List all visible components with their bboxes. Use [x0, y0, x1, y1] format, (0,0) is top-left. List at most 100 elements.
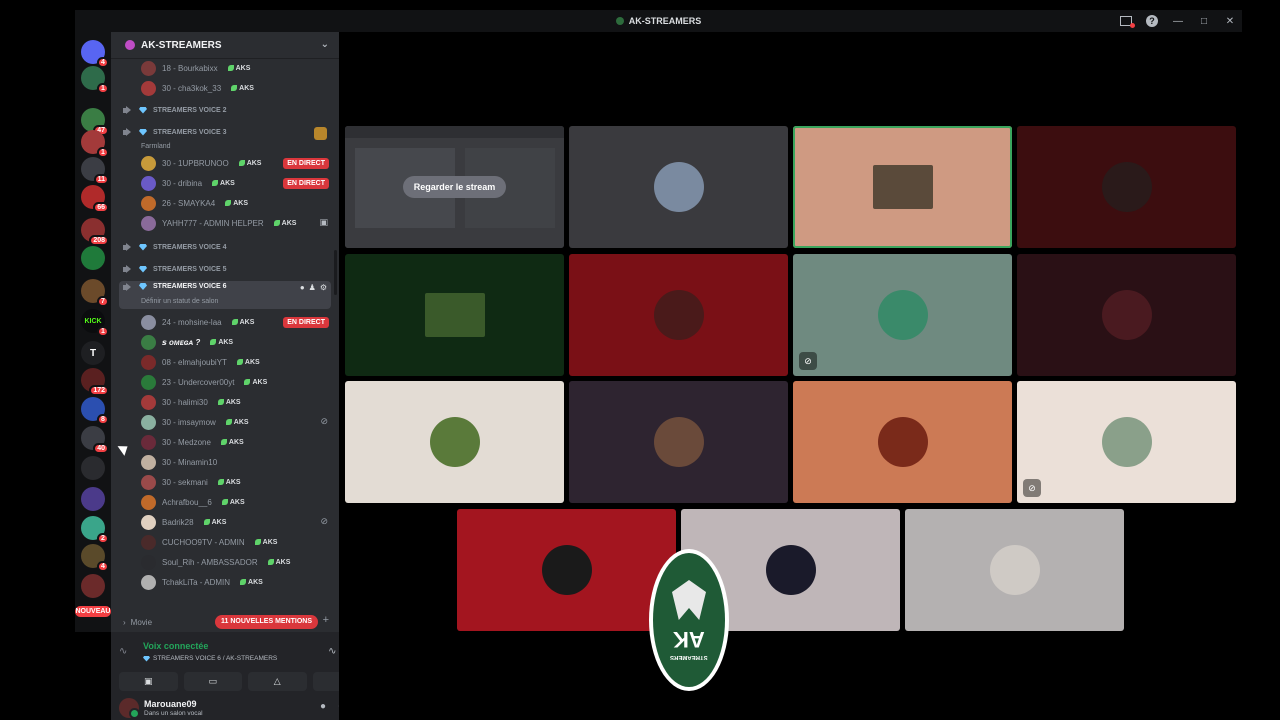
unread-badge: 1 [97, 326, 109, 337]
guild-header[interactable]: AK-STREAMERS ⌄ [111, 32, 339, 59]
voice-connected-label[interactable]: Voix connectée [143, 641, 208, 651]
activity-button[interactable]: △ [248, 672, 307, 691]
tile-10[interactable] [569, 381, 788, 503]
channel-actions: ● ♟ ⚙ [300, 283, 327, 292]
diamond-icon [139, 265, 147, 273]
unread-badge: 1 [97, 83, 109, 94]
chevron-down-icon[interactable]: ⌄ [321, 39, 329, 50]
server-icon[interactable]: 11 [81, 157, 109, 185]
server-tag-text: AKS [281, 219, 297, 227]
camera-off-button[interactable]: ▣ [119, 672, 178, 691]
noise-suppression-icon[interactable]: ∿ [328, 646, 336, 657]
voice-member[interactable]: 26 - SMAYKA4 AKS [141, 194, 248, 212]
avatar [141, 434, 156, 450]
new-servers-pill[interactable]: NOUVEAU [75, 606, 111, 617]
voice-member[interactable]: 30 - dribina AKS [141, 174, 235, 192]
server-icon[interactable]: 8 [81, 397, 109, 425]
server-icon[interactable]: T [81, 341, 105, 365]
tile-6[interactable] [569, 254, 788, 376]
voice-member[interactable]: 30 - Medzone AKS [141, 433, 244, 451]
avatar [141, 534, 156, 550]
tile-9[interactable] [345, 381, 564, 503]
voice-member[interactable]: Soul_Rih - AMBASSADOR AKS [141, 553, 290, 571]
server-icon[interactable] [81, 456, 105, 480]
voice-member[interactable]: 30 - 1UPBRUNOO AKS [141, 154, 261, 172]
voice-channel-link[interactable]: STREAMERS VOICE 6 / AK-STREAMERS [143, 655, 277, 662]
voice-member[interactable]: 30 - halimi30 AKS [141, 393, 241, 411]
server-icon[interactable]: KICK 1 [81, 309, 109, 337]
server-icon[interactable] [81, 246, 105, 270]
server-icon[interactable]: 172 [81, 368, 109, 396]
voice-member[interactable]: YAHH777 - ADMIN HELPER AKS [141, 214, 296, 232]
speaker-icon [123, 127, 133, 137]
voice-member[interactable]: 30 - Minamin10 [141, 453, 217, 471]
server-icon[interactable] [81, 574, 105, 598]
sidebar-scrollbar[interactable] [334, 250, 337, 295]
participant-avatar [1101, 290, 1152, 340]
tile-5[interactable] [345, 254, 564, 376]
voice-member[interactable]: CUCHOO9TV - ADMIN AKS [141, 533, 277, 551]
soundboard-button[interactable]: ♪ [312, 672, 339, 691]
add-member-icon[interactable]: ♟ [309, 283, 316, 292]
server-icon[interactable]: 4 [81, 40, 109, 68]
gear-icon[interactable]: ⚙ [320, 283, 327, 292]
tile-12[interactable]: ⊘ [1017, 381, 1236, 503]
category-name: Movie [130, 617, 153, 627]
minimize-button[interactable]: — [1172, 16, 1184, 27]
tile-7[interactable]: ⊘ [793, 254, 1012, 376]
voice-member[interactable]: TchakLiTa - ADMIN AKS [141, 573, 263, 591]
participant-avatar [424, 293, 485, 337]
screen-share-button[interactable]: ▭ [183, 672, 242, 691]
participant-avatar [653, 290, 704, 340]
server-icon[interactable]: 1 [81, 66, 109, 94]
server-icon[interactable] [81, 487, 105, 511]
server-icon[interactable]: 2 [81, 516, 109, 544]
server-icon[interactable]: 7 [81, 279, 109, 307]
member-name: Achrafbou__6 [162, 497, 212, 507]
tile-11[interactable] [793, 381, 1012, 503]
voice-member[interactable]: 30 - cha3kok_33 AKS [141, 79, 254, 97]
username[interactable]: Marouane09 [144, 699, 197, 709]
voice-channel-3[interactable]: STREAMERS VOICE 3 [123, 123, 227, 141]
server-icon[interactable]: 1 [81, 130, 109, 158]
new-mentions-pill[interactable]: 11 NOUVELLES MENTIONS [215, 615, 319, 629]
help-icon[interactable]: ? [1146, 15, 1158, 27]
chat-icon[interactable]: ● [300, 283, 305, 292]
tile-2[interactable] [569, 126, 788, 248]
voice-channel-5[interactable]: STREAMERS VOICE 5 [123, 260, 227, 278]
maximize-button[interactable]: □ [1198, 16, 1210, 27]
avatar[interactable] [119, 698, 140, 719]
watch-stream-button[interactable]: Regarder le stream [402, 176, 507, 198]
plus-icon[interactable]: + [323, 614, 329, 626]
inbox-icon[interactable] [1120, 16, 1135, 28]
tile-15[interactable] [905, 509, 1124, 631]
signal-icon[interactable]: ∿ [119, 646, 133, 660]
tile-8[interactable] [1017, 254, 1236, 376]
voice-channel-2[interactable]: STREAMERS VOICE 2 [123, 101, 227, 119]
channel-sidebar: AK-STREAMERS ⌄ 18 - Bourkabixx AKS 30 - … [111, 32, 339, 720]
server-tag: AKS [210, 339, 233, 346]
voice-member[interactable]: ꜱ ᴏᴍᴇɢᴀ ? AKS [141, 333, 233, 351]
server-icon[interactable]: 208 [81, 218, 109, 246]
tile-4[interactable] [1017, 126, 1236, 248]
voice-member[interactable]: Badrik28 AKS [141, 513, 226, 531]
tile-13[interactable] [457, 509, 676, 631]
voice-channel-4[interactable]: STREAMERS VOICE 4 [123, 238, 227, 256]
channel-status-input[interactable]: Définir un statut de salon [141, 298, 218, 305]
tile-stream[interactable]: Regarder le stream [345, 126, 564, 248]
voice-member[interactable]: 08 - elmahjoubiYT AKS [141, 353, 260, 371]
tile-3[interactable] [793, 126, 1012, 248]
microphone-icon[interactable]: ● [320, 701, 326, 712]
voice-member[interactable]: 24 - mohsine-laa AKS [141, 313, 254, 331]
server-icon[interactable]: 4 [81, 544, 109, 572]
voice-member[interactable]: 23 - Undercover00yt AKS [141, 373, 267, 391]
server-icon[interactable]: 40 [81, 426, 109, 454]
voice-member[interactable]: Achrafbou__6 AKS [141, 493, 245, 511]
voice-member[interactable]: 18 - Bourkabixx AKS [141, 59, 250, 77]
headphones-icon[interactable]: ○ [338, 701, 339, 712]
server-icon[interactable]: 66 [81, 185, 109, 213]
close-button[interactable]: ✕ [1224, 16, 1236, 27]
voice-member[interactable]: 30 - imsaymow AKS [141, 413, 249, 431]
voice-member[interactable]: 30 - sekmani AKS [141, 473, 241, 491]
server-icon[interactable]: 47 [81, 108, 109, 136]
